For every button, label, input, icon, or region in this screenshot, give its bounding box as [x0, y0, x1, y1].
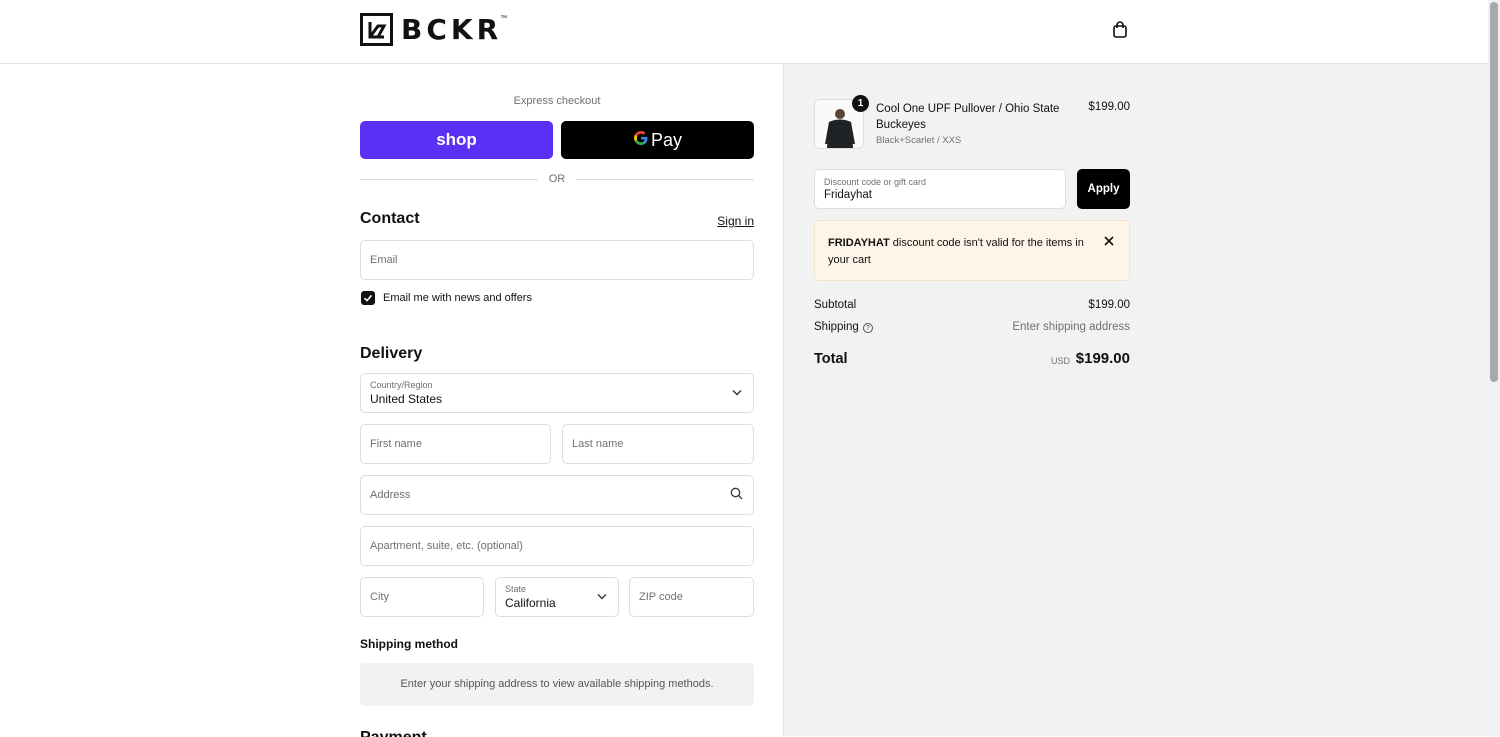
discount-label: Discount code or gift card [824, 177, 927, 187]
subtotal-label: Subtotal [814, 299, 857, 311]
first-name-placeholder: First name [370, 438, 422, 450]
chevron-down-icon [597, 592, 607, 603]
apartment-field[interactable]: Apartment, suite, etc. (optional) [360, 526, 754, 566]
shopping-bag-icon[interactable] [1111, 21, 1129, 44]
error-code: FRIDAYHAT [828, 237, 890, 249]
brand-name: BCKR [401, 13, 503, 46]
discount-value: Fridayhat [824, 189, 872, 201]
close-icon[interactable] [1103, 235, 1115, 250]
country-value: United States [370, 392, 443, 406]
apartment-placeholder: Apartment, suite, etc. (optional) [370, 540, 523, 552]
quantity-badge: 1 [852, 95, 869, 112]
news-offers-label: Email me with news and offers [383, 292, 532, 304]
sign-in-link[interactable]: Sign in [717, 214, 754, 228]
checkmark-icon [363, 294, 373, 302]
zip-placeholder: ZIP code [639, 591, 683, 603]
product-price: $199.00 [1088, 101, 1130, 113]
total-label: Total [814, 351, 848, 367]
discount-code-input[interactable]: Discount code or gift card Fridayhat [814, 169, 1066, 209]
or-label: OR [548, 173, 566, 185]
shipping-method-info: Enter your shipping address to view avai… [360, 663, 754, 706]
contact-title: Contact [360, 210, 420, 227]
page-scrollbar[interactable] [1488, 0, 1500, 736]
shop-pay-label: shop [436, 130, 477, 149]
shipping-label: Shipping [814, 321, 859, 333]
country-select[interactable]: Country/Region United States [360, 373, 754, 413]
last-name-field[interactable]: Last name [562, 424, 754, 464]
city-placeholder: City [370, 591, 389, 603]
product-variant: Black+Scarlet / XXS [876, 135, 962, 146]
email-placeholder: Email [370, 254, 398, 266]
order-summary-panel [783, 64, 1488, 736]
state-value: California [505, 596, 556, 610]
delivery-title: Delivery [360, 345, 423, 362]
search-icon[interactable] [730, 487, 743, 503]
address-placeholder: Address [370, 489, 411, 501]
shipping-method-title: Shipping method [360, 637, 458, 651]
email-field[interactable]: Email [360, 240, 754, 280]
scrollbar-thumb[interactable] [1490, 2, 1498, 382]
or-divider: OR [360, 172, 754, 188]
state-select[interactable]: State California [495, 577, 619, 617]
news-offers-checkbox[interactable] [361, 291, 375, 305]
checkout-header: BCKR ™ [0, 0, 1488, 64]
discount-error-text: FRIDAYHAT discount code isn't valid for … [828, 235, 1088, 268]
chevron-down-icon [732, 388, 742, 399]
address-field[interactable]: Address [360, 475, 754, 515]
product-name: Cool One UPF Pullover / Ohio State Bucke… [876, 103, 1060, 131]
discount-error-banner: FRIDAYHAT discount code isn't valid for … [814, 220, 1130, 281]
brand-trademark: ™ [500, 15, 508, 22]
shipping-value: Enter shipping address [1012, 321, 1130, 333]
total-value: $199.00 [1075, 350, 1130, 367]
shipping-label-row: Shipping? [814, 321, 873, 333]
google-pay-button[interactable]: Pay [561, 121, 754, 159]
help-icon[interactable]: ? [862, 323, 873, 333]
state-label: State [505, 584, 527, 594]
shop-pay-button[interactable]: shop [360, 121, 553, 159]
express-checkout-label: Express checkout [513, 95, 601, 107]
apply-discount-button[interactable]: Apply [1077, 169, 1130, 209]
brand-logo-mark [360, 13, 393, 46]
google-g-icon [633, 130, 649, 151]
city-field[interactable]: City [360, 577, 484, 617]
last-name-placeholder: Last name [572, 438, 624, 450]
country-label: Country/Region [370, 380, 433, 390]
subtotal-value: $199.00 [1088, 299, 1130, 311]
first-name-field[interactable]: First name [360, 424, 551, 464]
zip-field[interactable]: ZIP code [629, 577, 754, 617]
brand-logo[interactable]: BCKR ™ [360, 13, 507, 46]
google-pay-label: Pay [650, 129, 683, 150]
